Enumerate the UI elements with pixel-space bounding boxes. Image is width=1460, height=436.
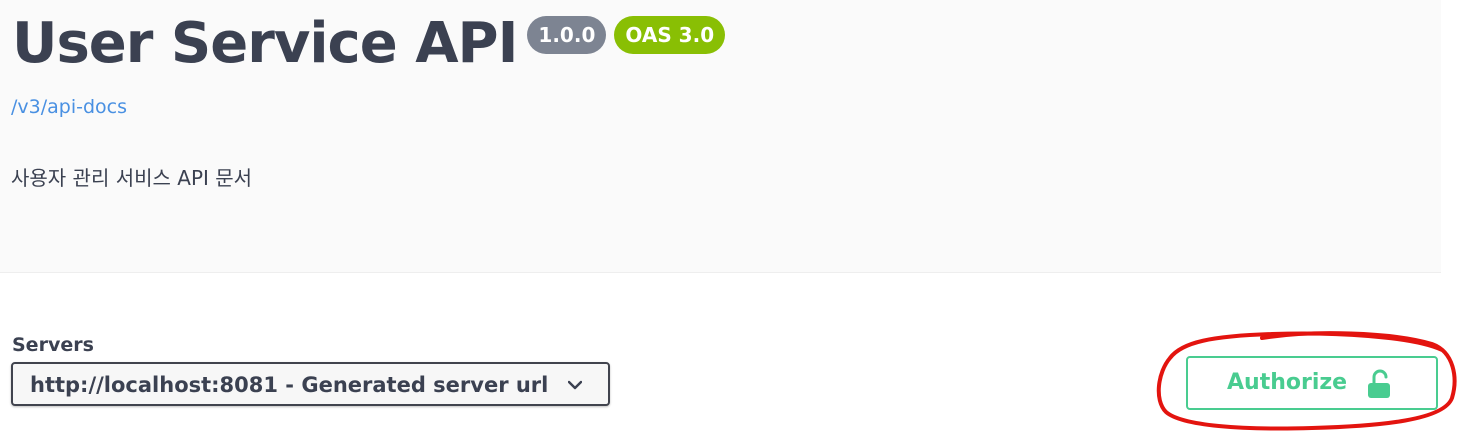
server-select-value: http://localhost:8081 - Generated server… bbox=[30, 373, 549, 397]
api-description: 사용자 관리 서비스 API 문서 bbox=[11, 166, 253, 190]
unlocked-padlock-icon bbox=[1366, 369, 1392, 399]
version-badge: 1.0.0 bbox=[527, 16, 607, 54]
authorize-label: Authorize bbox=[1227, 370, 1348, 395]
authorize-button[interactable]: Authorize bbox=[1186, 356, 1438, 410]
server-select[interactable]: http://localhost:8081 - Generated server… bbox=[11, 362, 610, 406]
oas-version-badge: OAS 3.0 bbox=[614, 16, 726, 54]
chevron-down-icon bbox=[567, 377, 583, 391]
api-docs-link[interactable]: /v3/api-docs bbox=[11, 96, 127, 118]
api-title: User Service API bbox=[12, 11, 518, 76]
api-info-panel: User Service API 1.0.0 OAS 3.0 /v3/api-d… bbox=[0, 0, 1441, 273]
servers-label: Servers bbox=[12, 334, 94, 356]
title-row: User Service API 1.0.0 OAS 3.0 bbox=[12, 6, 726, 82]
